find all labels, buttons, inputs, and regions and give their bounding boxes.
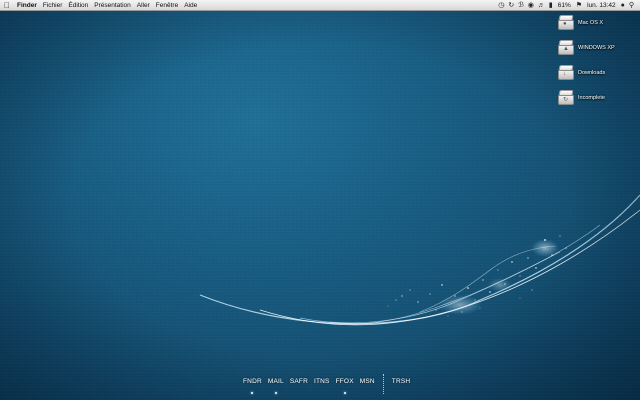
menu-aller[interactable]: Aller [134, 0, 153, 11]
hard-drive-icon: ▲ [558, 40, 574, 56]
dock: FNDR MAIL SAFR ITNS FFOX MSN TRSH [240, 374, 414, 398]
hard-drive-icon: ↻ [558, 90, 574, 106]
menu-clock[interactable]: lun. 13:42 [587, 0, 616, 11]
running-indicator [274, 392, 277, 394]
battery-icon[interactable]: ▮ [549, 0, 553, 11]
desktop-icon-label: Incomplete [578, 95, 605, 101]
user-icon[interactable]: ● [621, 0, 625, 11]
desktop-icon-label: Mac OS X [578, 20, 604, 26]
dock-item-firefox[interactable]: FFOX [333, 378, 357, 394]
flag-icon[interactable]: ⚑ [576, 0, 582, 11]
dock-separator [382, 374, 384, 394]
menu-aide[interactable]: Aide [181, 0, 200, 11]
dock-item-safari[interactable]: SAFR [287, 378, 311, 385]
dock-item-label: MSN [359, 378, 375, 385]
menu-extras: ◷ ↻ ℬ ◉ ♬ ▮ 61% ⚑ lun. 13:42 ● ⚲ [496, 0, 640, 11]
desktop-icon-windows-xp[interactable]: ▲ WINDOWS XP [558, 38, 638, 58]
dock-item-label: FFOX [335, 378, 354, 385]
desktop-icon-label: WINDOWS XP [578, 45, 615, 51]
bluetooth-icon[interactable]: ℬ [518, 0, 524, 11]
dock-item-itunes[interactable]: ITNS [311, 378, 333, 385]
spotlight-icon[interactable]: ⚲ [629, 0, 634, 11]
wallpaper-light-streak [199, 194, 640, 326]
sync-icon[interactable]: ↻ [508, 0, 514, 11]
hard-drive-icon: ● [558, 15, 574, 31]
menu-bar:  Finder Fichier Édition Présentation Al… [0, 0, 640, 11]
dock-item-trash[interactable]: TRSH [389, 378, 414, 385]
menu-presentation[interactable]: Présentation [91, 0, 134, 11]
time-machine-icon[interactable]: ◷ [498, 0, 504, 11]
desktop-icon-incomplete[interactable]: ↻ Incomplete [558, 88, 638, 108]
running-indicator [343, 392, 346, 394]
menu-fenetre[interactable]: Fenêtre [153, 0, 181, 11]
dock-item-mail[interactable]: MAIL [265, 378, 287, 394]
battery-percentage[interactable]: 61% [558, 0, 571, 11]
dock-item-label: SAFR [289, 378, 308, 385]
dock-item-finder[interactable]: FNDR [240, 378, 265, 394]
menu-edition[interactable]: Édition [65, 0, 91, 11]
wifi-icon[interactable]: ◉ [528, 0, 534, 11]
dock-item-label: TRSH [391, 378, 411, 385]
menu-app-finder[interactable]: Finder [14, 0, 40, 11]
desktop-icon-label: Downloads [578, 70, 606, 76]
dock-item-label: ITNS [313, 378, 330, 385]
hard-drive-icon: ↓ [558, 65, 574, 81]
dock-item-msn[interactable]: MSN [357, 378, 378, 385]
dock-item-label: MAIL [267, 378, 284, 385]
apple-menu-icon[interactable]:  [0, 0, 14, 11]
volume-icon[interactable]: ♬ [538, 0, 545, 11]
desktop-icon-mac-os-x[interactable]: ● Mac OS X [558, 13, 638, 33]
desktop-icon-downloads[interactable]: ↓ Downloads [558, 63, 638, 83]
dock-item-label: FNDR [243, 378, 262, 385]
running-indicator [251, 392, 254, 394]
menu-fichier[interactable]: Fichier [40, 0, 66, 11]
